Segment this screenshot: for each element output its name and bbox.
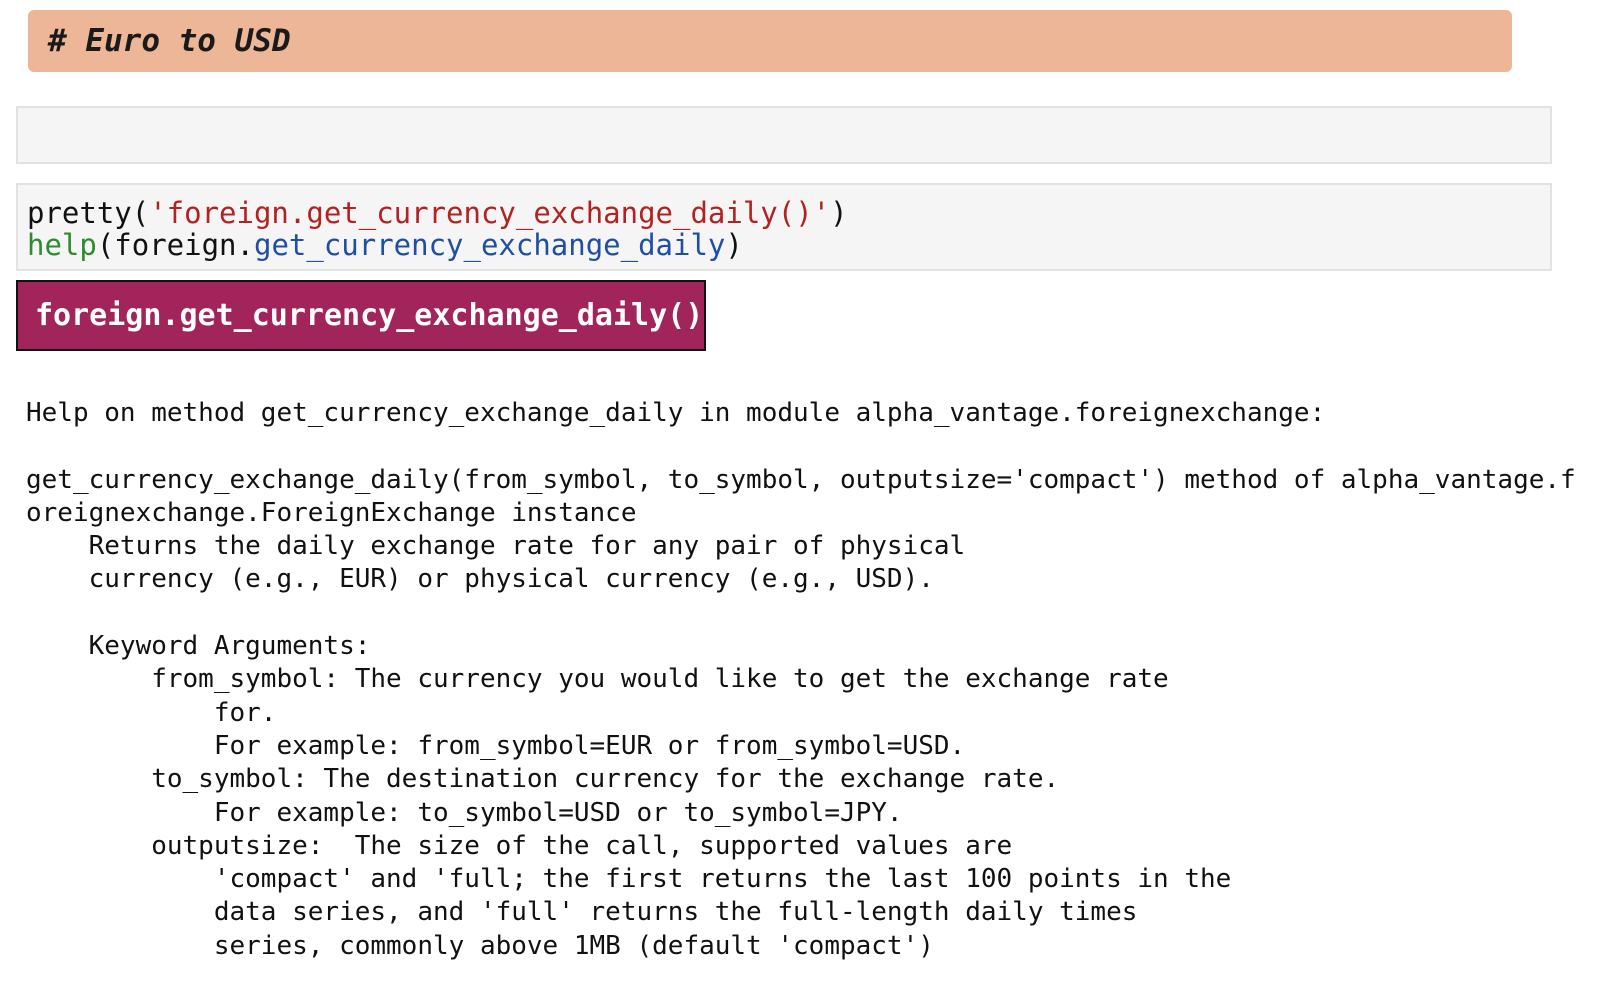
code-token: pretty(: [27, 196, 150, 230]
help-output-line: Returns the daily exchange rate for any …: [26, 531, 966, 562]
help-output-line: series, commonly above 1MB (default 'com…: [26, 930, 934, 961]
code-token: ): [725, 228, 743, 262]
markdown-cell[interactable]: # Euro to USD: [28, 10, 1512, 72]
pretty-output-banner: foreign.get_currency_exchange_daily(): [16, 280, 706, 351]
help-output-line: outputsize: The size of the call, suppor…: [26, 830, 1013, 861]
help-output-line: currency (e.g., EUR) or physical currenc…: [26, 564, 934, 595]
help-output-line: to_symbol: The destination currency for …: [26, 764, 1060, 795]
help-output-line: Keyword Arguments:: [26, 631, 371, 662]
help-output: Help on method get_currency_exchange_dai…: [26, 397, 1586, 963]
help-output-line: [26, 597, 1586, 630]
code-line: help(foreign.get_currency_exchange_daily…: [27, 229, 1550, 261]
help-output-line: 'compact' and 'full; the first returns t…: [26, 864, 1232, 895]
code-line: pretty('foreign.get_currency_exchange_da…: [27, 197, 1550, 229]
help-output-line: For example: to_symbol=USD or to_symbol=…: [26, 797, 903, 828]
help-output-line: for.: [26, 697, 277, 728]
help-output-line: For example: from_symbol=EUR or from_sym…: [26, 730, 966, 761]
code-cell-1[interactable]: eur_usd = foreign.get_currency_exchange_…: [16, 106, 1552, 215]
pretty-output-label: foreign.get_currency_exchange_daily(): [35, 298, 704, 333]
code-token: get_currency_exchange_daily: [253, 228, 726, 262]
code-token: ): [830, 196, 848, 230]
markdown-heading: # Euro to USD: [48, 23, 291, 59]
code-token: 'foreign.get_currency_exchange_daily()': [149, 196, 831, 230]
help-output-line: from_symbol: The currency you would like…: [26, 664, 1169, 695]
help-output-line: data series, and 'full' returns the full…: [26, 897, 1138, 928]
code-token: help: [27, 228, 97, 262]
help-output-line: oreignexchange.ForeignExchange instance: [26, 497, 637, 528]
code-token: (foreign.: [96, 228, 254, 262]
help-output-line: get_currency_exchange_daily(from_symbol,…: [26, 464, 1576, 495]
code-cell-2[interactable]: pretty('foreign.get_currency_exchange_da…: [16, 183, 1552, 271]
help-output-line: [26, 430, 1586, 463]
help-output-line: Help on method get_currency_exchange_dai…: [26, 398, 1326, 428]
